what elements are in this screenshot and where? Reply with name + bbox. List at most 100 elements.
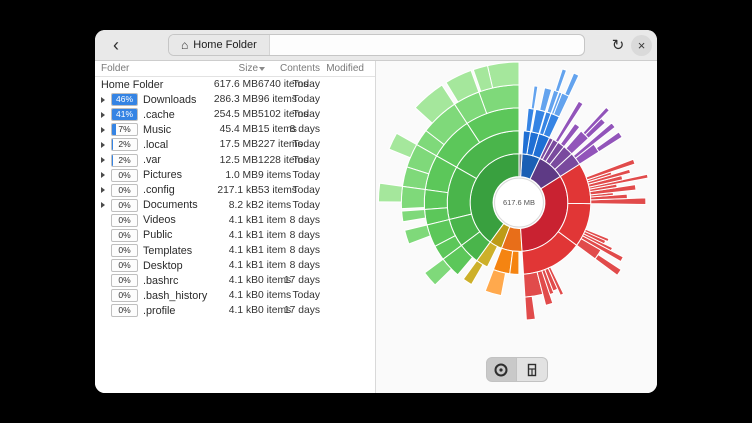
expander-cell	[99, 142, 111, 148]
cell-size: 4.1 kB	[208, 230, 258, 241]
usage-percent-label: 0%	[112, 185, 137, 196]
table-row[interactable]: 0%.profile4.1 kB0 items17 days	[95, 303, 375, 318]
close-button[interactable]: ×	[631, 35, 652, 56]
table-row[interactable]: 46%Downloads286.3 MB96 itemsToday	[95, 92, 375, 107]
expander-icon[interactable]	[101, 202, 105, 208]
folder-name: Music	[138, 124, 208, 136]
cell-size: 617.6 MB	[208, 79, 258, 90]
folder-name: Documents	[138, 199, 208, 211]
expander-cell	[99, 112, 111, 118]
ring-segment[interactable]	[401, 186, 425, 208]
content-area: Folder Size Contents Modified Home Folde…	[95, 61, 657, 393]
table-row[interactable]: 0%Public4.1 kB1 item8 days	[95, 228, 375, 243]
cell-size: 8.2 kB	[208, 200, 258, 211]
treemap-view-button[interactable]	[517, 357, 548, 382]
expander-icon[interactable]	[101, 187, 105, 193]
table-row[interactable]: 0%Pictures1.0 MB9 itemsToday	[95, 168, 375, 183]
cell-modified: Today	[266, 185, 320, 196]
close-icon: ×	[638, 39, 646, 52]
back-button[interactable]: ‹	[103, 32, 129, 60]
ring-segment[interactable]	[555, 69, 566, 92]
expander-cell	[99, 187, 111, 193]
cell-modified: Today	[266, 109, 320, 120]
folder-name: Home Folder	[99, 79, 208, 91]
cell-modified: Today	[266, 290, 320, 301]
cell-modified: 8 days	[266, 124, 320, 135]
folder-list-pane: Folder Size Contents Modified Home Folde…	[95, 61, 376, 393]
table-row[interactable]: 41%.cache254.5 MB5102 itemsToday	[95, 107, 375, 122]
folder-name: Downloads	[138, 94, 208, 106]
usage-percent-label: 0%	[112, 215, 137, 226]
cell-modified: 8 days	[266, 215, 320, 226]
cell-size: 4.1 kB	[208, 290, 258, 301]
folder-name: Pictures	[138, 169, 208, 181]
expander-icon[interactable]	[101, 112, 105, 118]
sort-descending-icon	[259, 67, 265, 71]
usage-percent-label: 0%	[112, 170, 137, 181]
expander-icon[interactable]	[101, 127, 105, 133]
cell-modified: Today	[266, 94, 320, 105]
usage-percent-label: 7%	[112, 124, 137, 135]
ring-segment[interactable]	[485, 270, 505, 296]
table-row[interactable]: 0%Templates4.1 kB1 item8 days	[95, 243, 375, 258]
table-row[interactable]: 7%Music45.4 MB15 items8 days	[95, 122, 375, 137]
expander-icon[interactable]	[101, 157, 105, 163]
ring-segment[interactable]	[402, 209, 426, 221]
expander-cell	[99, 202, 111, 208]
cell-contents: 0 items	[258, 275, 266, 286]
usage-gauge: 46%	[111, 93, 138, 106]
folder-name: Public	[138, 229, 208, 241]
path-bar[interactable]: ⌂ Home Folder	[168, 34, 585, 56]
column-header-size[interactable]: Size	[208, 63, 258, 74]
ring-segment[interactable]	[405, 225, 431, 244]
rings-view-button[interactable]	[486, 357, 517, 382]
cell-size: 17.5 MB	[208, 139, 258, 150]
cell-size: 12.5 MB	[208, 155, 258, 166]
usage-gauge: 41%	[111, 108, 138, 121]
cell-size: 1.0 MB	[208, 170, 258, 181]
refresh-button[interactable]: ↻	[605, 32, 631, 58]
table-row[interactable]: 0%.config217.1 kB53 itemsToday	[95, 183, 375, 198]
folder-name: .bash_history	[138, 290, 208, 302]
table-row[interactable]: 0%Documents8.2 kB2 itemsToday	[95, 198, 375, 213]
expander-icon[interactable]	[101, 172, 105, 178]
folder-name: Templates	[138, 245, 208, 257]
refresh-icon: ↻	[612, 36, 625, 54]
ring-segment[interactable]	[531, 86, 538, 109]
usage-gauge: 0%	[111, 229, 138, 242]
ring-segment[interactable]	[525, 296, 535, 320]
rings-chart[interactable]: 617.6 MB	[376, 61, 657, 393]
back-icon: ‹	[113, 36, 119, 54]
ring-segment[interactable]	[378, 183, 402, 202]
ring-segment[interactable]	[424, 190, 448, 210]
usage-percent-label: 0%	[112, 275, 137, 286]
table-row[interactable]: 0%Videos4.1 kB1 item8 days	[95, 213, 375, 228]
usage-gauge: 0%	[111, 289, 138, 302]
folder-name: .cache	[138, 109, 208, 121]
cell-contents: 96 items	[258, 94, 266, 105]
expander-cell	[99, 157, 111, 163]
rings-view-icon	[493, 362, 509, 378]
column-header-contents[interactable]: Contents	[266, 63, 320, 74]
cell-contents: 1228 items	[258, 155, 266, 166]
column-header-folder[interactable]: Folder	[99, 63, 208, 74]
cell-contents: 0 items	[258, 305, 266, 316]
cell-size: 4.1 kB	[208, 275, 258, 286]
ring-segment[interactable]	[565, 73, 579, 96]
table-row[interactable]: 0%.bash_history4.1 kB0 itemsToday	[95, 288, 375, 303]
table-row[interactable]: 2%.var12.5 MB1228 itemsToday	[95, 152, 375, 167]
table-row[interactable]: 2%.local17.5 MB227 itemsToday	[95, 137, 375, 152]
folder-name: .config	[138, 184, 208, 196]
table-row[interactable]: 0%.bashrc4.1 kB0 items17 days	[95, 273, 375, 288]
expander-icon[interactable]	[101, 97, 105, 103]
expander-icon[interactable]	[101, 142, 105, 148]
usage-percent-label: 0%	[112, 245, 137, 256]
treemap-view-icon	[524, 362, 540, 378]
cell-contents: 227 items	[258, 139, 266, 150]
cell-modified: Today	[266, 170, 320, 181]
column-header-modified[interactable]: Modified	[320, 63, 364, 74]
table-row[interactable]: Home Folder617.6 MB6740 itemsToday	[95, 77, 375, 92]
cell-contents: 6740 items	[258, 79, 266, 90]
path-segment-home[interactable]: ⌂ Home Folder	[169, 35, 270, 55]
table-row[interactable]: 0%Desktop4.1 kB1 item8 days	[95, 258, 375, 273]
